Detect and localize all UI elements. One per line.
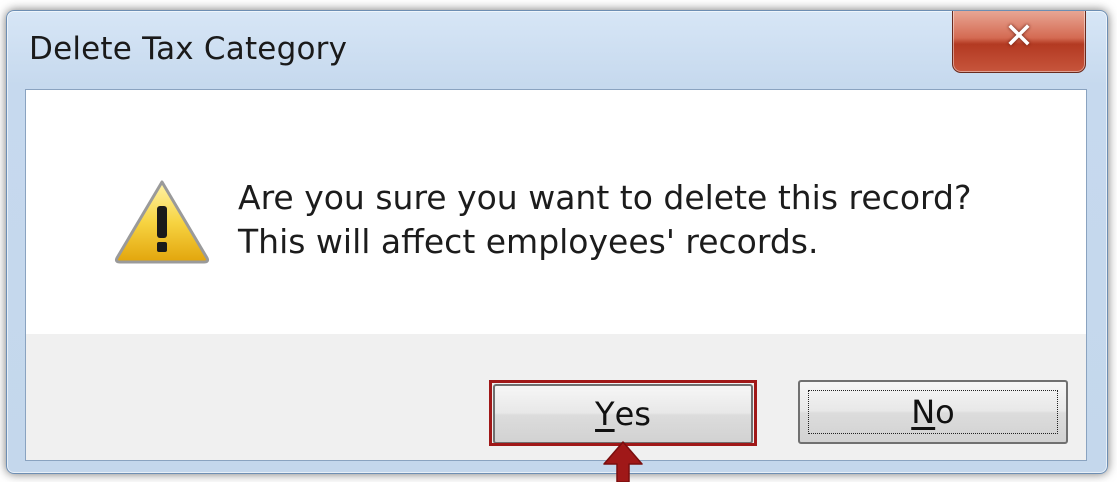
- dialog-title: Delete Tax Category: [29, 31, 348, 67]
- dialog-window: Delete Tax Category ✕ Are you sure you w…: [6, 10, 1108, 474]
- yes-button[interactable]: Yes: [493, 384, 753, 444]
- close-icon: ✕: [1003, 16, 1035, 57]
- up-arrow-icon: [603, 441, 643, 482]
- message-area: Are you sure you want to delete this rec…: [26, 90, 1086, 334]
- dialog-content: Are you sure you want to delete this rec…: [25, 89, 1087, 461]
- confirmation-message: Are you sure you want to delete this rec…: [238, 176, 971, 264]
- message-line-1: Are you sure you want to delete this rec…: [238, 178, 972, 217]
- warning-icon: [114, 180, 210, 264]
- close-button[interactable]: ✕: [952, 11, 1086, 73]
- yes-label-rest: es: [614, 395, 651, 433]
- no-mnemonic: N: [911, 393, 936, 431]
- yes-mnemonic: Y: [595, 395, 615, 433]
- no-label-rest: o: [935, 393, 955, 431]
- no-button[interactable]: No: [798, 380, 1068, 444]
- message-line-2: This will affect employees' records.: [238, 222, 819, 261]
